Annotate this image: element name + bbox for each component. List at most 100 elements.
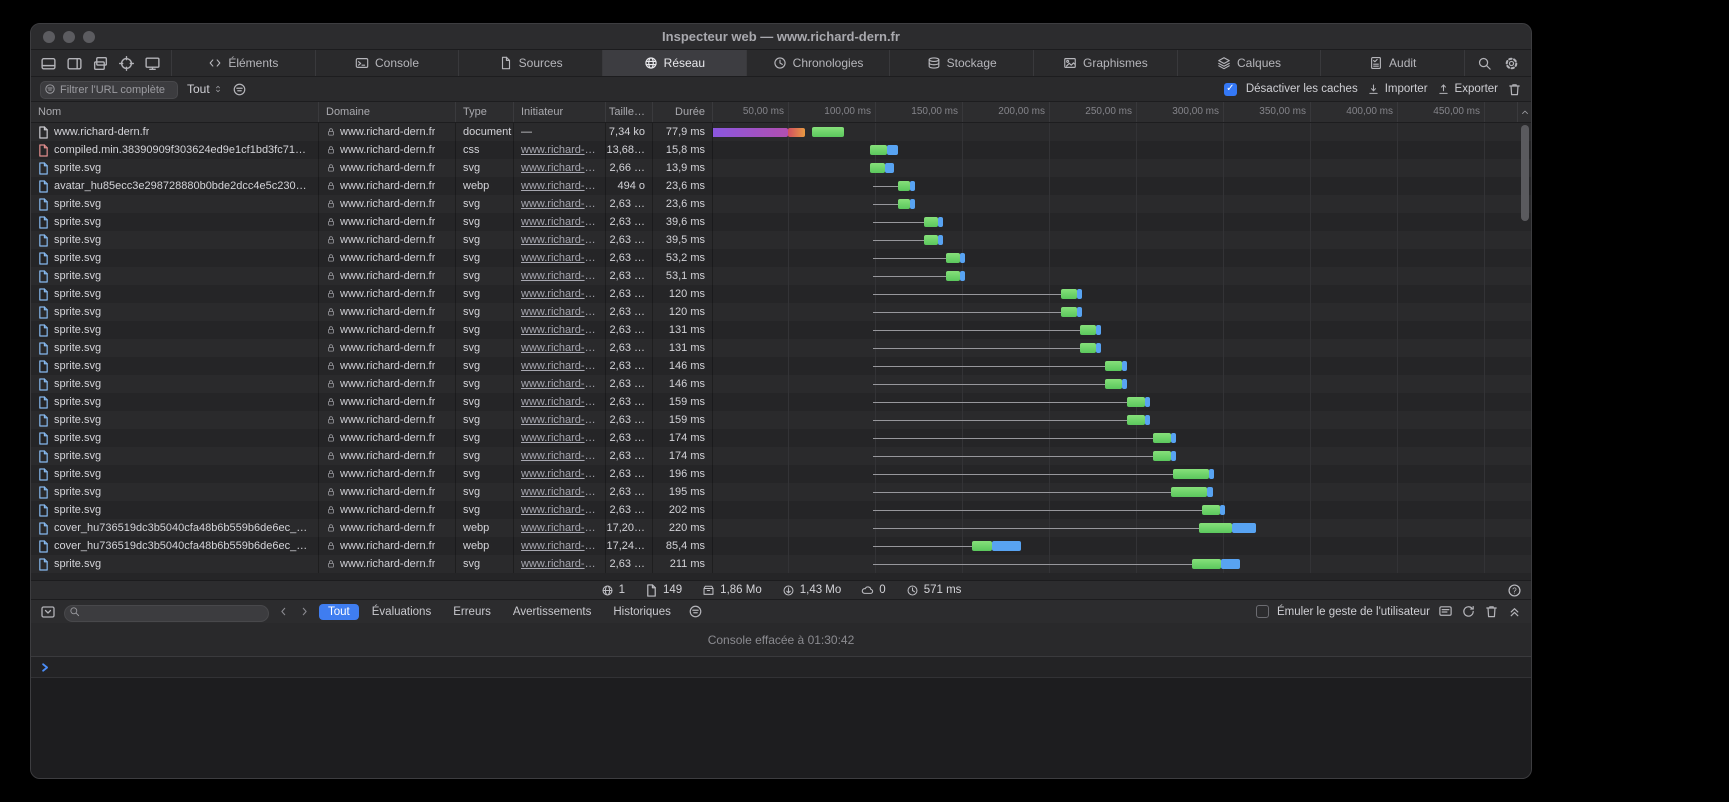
filter-options-icon[interactable] [232, 82, 247, 97]
console-scope-tab[interactable]: Tout [319, 604, 359, 620]
minimize-window-button[interactable] [63, 31, 75, 43]
initiator-link[interactable]: www.richard-d… [521, 504, 598, 516]
console-scope-tab[interactable]: Avertissements [504, 604, 600, 620]
expand-console-icon[interactable] [1507, 604, 1522, 619]
undock-icon[interactable] [92, 55, 109, 72]
network-row[interactable]: sprite.svgwww.richard-dern.frsvgwww.rich… [31, 375, 1531, 393]
initiator-link[interactable]: www.richard-d… [521, 270, 598, 282]
network-row[interactable]: sprite.svgwww.richard-dern.frsvgwww.rich… [31, 339, 1531, 357]
network-row[interactable]: sprite.svgwww.richard-dern.frsvgwww.rich… [31, 447, 1531, 465]
initiator-link[interactable]: www.richard-d… [521, 468, 598, 480]
initiator-link[interactable]: www.richard-d… [521, 144, 598, 156]
network-row[interactable]: sprite.svgwww.richard-dern.frsvgwww.rich… [31, 429, 1531, 447]
tab-elements[interactable]: Éléments [171, 50, 315, 76]
tab-network[interactable]: Réseau [602, 50, 746, 76]
network-row[interactable]: cover_hu736519dc3b5040cfa48b6b559b6de6ec… [31, 537, 1531, 555]
network-row[interactable]: sprite.svgwww.richard-dern.frsvgwww.rich… [31, 393, 1531, 411]
initiator-link[interactable]: www.richard-d… [521, 306, 598, 318]
initiator-link[interactable]: www.richard-d… [521, 396, 598, 408]
network-row[interactable]: www.richard-dern.frwww.richard-dern.frdo… [31, 123, 1531, 141]
network-row[interactable]: sprite.svgwww.richard-dern.frsvgwww.rich… [31, 159, 1531, 177]
network-row[interactable]: sprite.svgwww.richard-dern.frsvgwww.rich… [31, 555, 1531, 573]
emulate-user-gesture-checkbox[interactable] [1256, 605, 1269, 618]
column-header-type[interactable]: Type [456, 102, 514, 122]
column-header-name[interactable]: Nom [31, 102, 319, 122]
initiator-link[interactable]: www.richard-d… [521, 324, 598, 336]
export-button[interactable]: Exporter [1437, 83, 1498, 96]
tab-graphics[interactable]: Graphismes [1033, 50, 1177, 76]
initiator-link[interactable]: www.richard-d… [521, 198, 598, 210]
network-row[interactable]: sprite.svgwww.richard-dern.frsvgwww.rich… [31, 195, 1531, 213]
clear-session-icon[interactable] [1461, 604, 1476, 619]
console-scope-tab[interactable]: Évaluations [363, 604, 440, 620]
import-button[interactable]: Importer [1367, 83, 1428, 96]
console-scope-tab[interactable]: Erreurs [444, 604, 500, 620]
column-header-domain[interactable]: Domaine [319, 102, 456, 122]
network-row[interactable]: sprite.svgwww.richard-dern.frsvgwww.rich… [31, 231, 1531, 249]
help-icon[interactable]: ? [1507, 583, 1522, 598]
initiator-link[interactable]: www.richard-d… [521, 558, 598, 570]
initiator-link[interactable]: www.richard-d… [521, 162, 598, 174]
initiator-link[interactable]: www.richard-d… [521, 450, 598, 462]
console-empty-area[interactable] [31, 678, 1531, 778]
network-row[interactable]: compiled.min.38390909f303624ed9e1cf1bd3f… [31, 141, 1531, 159]
message-filter-icon[interactable] [688, 604, 703, 619]
dock-bottom-icon[interactable] [40, 55, 57, 72]
initiator-link[interactable]: www.richard-d… [521, 216, 598, 228]
initiator-link[interactable]: www.richard-d… [521, 486, 598, 498]
url-filter-field[interactable] [40, 80, 178, 98]
network-row[interactable]: sprite.svgwww.richard-dern.frsvgwww.rich… [31, 411, 1531, 429]
network-row[interactable]: avatar_hu85ecc3e298728880b0bde2dcc4e5c23… [31, 177, 1531, 195]
initiator-link[interactable]: www.richard-d… [521, 414, 598, 426]
network-row[interactable]: sprite.svgwww.richard-dern.frsvgwww.rich… [31, 267, 1531, 285]
tab-audit[interactable]: Audit [1320, 50, 1464, 76]
network-row[interactable]: sprite.svgwww.richard-dern.frsvgwww.rich… [31, 465, 1531, 483]
initiator-link[interactable]: www.richard-d… [521, 180, 598, 192]
initiator-link[interactable]: www.richard-d… [521, 288, 598, 300]
device-settings-icon[interactable] [144, 55, 161, 72]
tab-console[interactable]: Console [315, 50, 459, 76]
zoom-window-button[interactable] [83, 31, 95, 43]
console-scope-tab[interactable]: Historiques [604, 604, 680, 620]
url-filter-input[interactable] [40, 81, 178, 99]
search-icon[interactable] [1477, 56, 1492, 71]
console-search-input[interactable] [64, 605, 269, 622]
initiator-link[interactable]: www.richard-d… [521, 342, 598, 354]
network-row[interactable]: sprite.svgwww.richard-dern.frsvgwww.rich… [31, 483, 1531, 501]
clear-console-trash-icon[interactable] [1484, 604, 1499, 619]
initiator-link[interactable]: www.richard-d… [521, 252, 598, 264]
scroll-top-corner[interactable] [1517, 102, 1531, 122]
initiator-link[interactable]: www.richard-d… [521, 522, 598, 534]
tab-timelines[interactable]: Chronologies [746, 50, 890, 76]
console-drawer-icon[interactable] [40, 604, 56, 620]
network-row[interactable]: sprite.svgwww.richard-dern.frsvgwww.rich… [31, 321, 1531, 339]
initiator-link[interactable]: www.richard-d… [521, 540, 598, 552]
column-header-duration[interactable]: Durée [653, 102, 713, 122]
network-row[interactable]: sprite.svgwww.richard-dern.frsvgwww.rich… [31, 303, 1531, 321]
initiator-link[interactable]: www.richard-d… [521, 432, 598, 444]
tab-layers[interactable]: Calques [1177, 50, 1321, 76]
clear-network-items-icon[interactable] [1507, 82, 1522, 97]
network-row[interactable]: cover_hu736519dc3b5040cfa48b6b559b6de6ec… [31, 519, 1531, 537]
console-prompt[interactable] [31, 657, 1531, 678]
network-row[interactable]: sprite.svgwww.richard-dern.frsvgwww.rich… [31, 213, 1531, 231]
initiator-link[interactable]: www.richard-d… [521, 378, 598, 390]
next-message-icon[interactable] [298, 605, 311, 618]
tab-storage[interactable]: Stockage [889, 50, 1033, 76]
previous-message-icon[interactable] [277, 605, 290, 618]
disable-caches-checkbox[interactable]: ✓ [1224, 83, 1237, 96]
resource-type-dropdown[interactable]: Tout [187, 82, 223, 96]
console-search-field[interactable] [64, 603, 269, 620]
tab-sources[interactable]: Sources [458, 50, 602, 76]
initiator-link[interactable]: www.richard-d… [521, 234, 598, 246]
network-row[interactable]: sprite.svgwww.richard-dern.frsvgwww.rich… [31, 249, 1531, 267]
inspect-element-icon[interactable] [118, 55, 135, 72]
close-window-button[interactable] [43, 31, 55, 43]
network-row[interactable]: sprite.svgwww.richard-dern.frsvgwww.rich… [31, 357, 1531, 375]
console-messages-icon[interactable] [1438, 604, 1453, 619]
column-header-size[interactable]: Taille… [606, 102, 653, 122]
dock-side-icon[interactable] [66, 55, 83, 72]
column-header-initiator[interactable]: Initiateur [514, 102, 606, 122]
network-row[interactable]: sprite.svgwww.richard-dern.frsvgwww.rich… [31, 285, 1531, 303]
settings-gear-icon[interactable] [1504, 56, 1519, 71]
